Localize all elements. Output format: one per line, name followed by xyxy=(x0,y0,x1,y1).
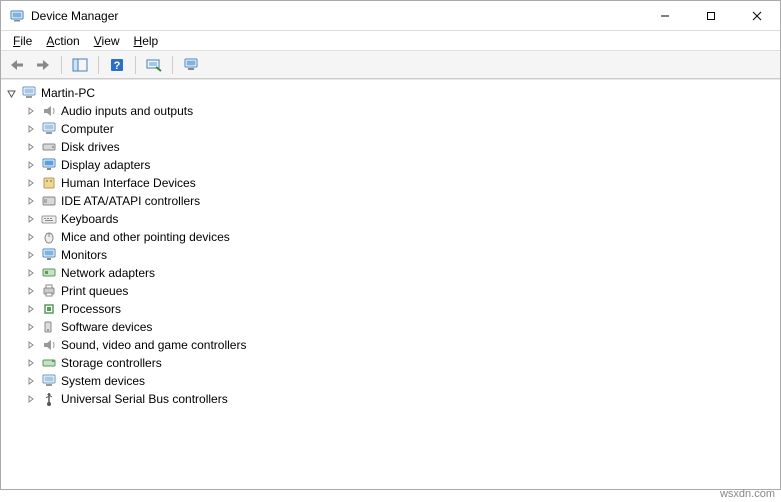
show-hide-tree-button[interactable] xyxy=(68,54,92,76)
minimize-button[interactable] xyxy=(642,1,688,30)
close-button[interactable] xyxy=(734,1,780,30)
tree-root-label: Martin-PC xyxy=(41,86,95,100)
tree-item[interactable]: Audio inputs and outputs xyxy=(25,102,776,120)
expand-icon[interactable] xyxy=(25,159,37,171)
tree-item[interactable]: Display adapters xyxy=(25,156,776,174)
tree-item-label: Human Interface Devices xyxy=(61,176,196,190)
mouse-icon xyxy=(41,229,57,245)
hid-icon xyxy=(41,175,57,191)
tree-item[interactable]: Keyboards xyxy=(25,210,776,228)
help-button[interactable]: ? xyxy=(105,54,129,76)
tree-root-node[interactable]: Martin-PC xyxy=(5,84,776,102)
tree-item-label: Print queues xyxy=(61,284,128,298)
tree-item-label: Mice and other pointing devices xyxy=(61,230,230,244)
expand-icon[interactable] xyxy=(25,123,37,135)
keyboard-icon xyxy=(41,211,57,227)
tree-item[interactable]: Monitors xyxy=(25,246,776,264)
expand-icon[interactable] xyxy=(25,285,37,297)
menu-view[interactable]: View xyxy=(88,33,126,49)
forward-button[interactable] xyxy=(31,54,55,76)
tree-item[interactable]: Network adapters xyxy=(25,264,776,282)
expand-icon[interactable] xyxy=(25,177,37,189)
expand-icon[interactable] xyxy=(25,213,37,225)
ide-icon xyxy=(41,193,57,209)
scan-hardware-button[interactable] xyxy=(142,54,166,76)
tree-item[interactable]: Print queues xyxy=(25,282,776,300)
tree-item-label: IDE ATA/ATAPI controllers xyxy=(61,194,200,208)
toolbar-separator xyxy=(172,56,173,74)
device-tree[interactable]: Martin-PC Audio inputs and outputs Comput… xyxy=(1,79,780,489)
window-controls xyxy=(642,1,780,30)
titlebar: Device Manager xyxy=(1,1,780,31)
printer-icon xyxy=(41,283,57,299)
app-icon xyxy=(9,8,25,24)
tree-item[interactable]: Software devices xyxy=(25,318,776,336)
back-button[interactable] xyxy=(5,54,29,76)
menu-file[interactable]: File xyxy=(7,33,38,49)
tree-item[interactable]: Computer xyxy=(25,120,776,138)
monitor-icon xyxy=(41,247,57,263)
tree-item[interactable]: Processors xyxy=(25,300,776,318)
system-icon xyxy=(41,373,57,389)
tree-item[interactable]: System devices xyxy=(25,372,776,390)
expand-icon[interactable] xyxy=(25,357,37,369)
titlebar-title: Device Manager xyxy=(31,9,642,23)
collapse-icon[interactable] xyxy=(5,87,17,99)
tree-item[interactable]: Universal Serial Bus controllers xyxy=(25,390,776,408)
processor-icon xyxy=(41,301,57,317)
expand-icon[interactable] xyxy=(25,303,37,315)
tree-item-label: Computer xyxy=(61,122,114,136)
toolbar-separator xyxy=(135,56,136,74)
expand-icon[interactable] xyxy=(25,321,37,333)
expand-icon[interactable] xyxy=(25,231,37,243)
tree-item-label: Keyboards xyxy=(61,212,118,226)
expand-icon[interactable] xyxy=(25,267,37,279)
tree-item[interactable]: Human Interface Devices xyxy=(25,174,776,192)
tree-item-label: Monitors xyxy=(61,248,107,262)
tree-item-label: Disk drives xyxy=(61,140,120,154)
computer-icon xyxy=(41,121,57,137)
device-manager-window: Device Manager File Action View Help xyxy=(0,0,781,490)
expand-icon[interactable] xyxy=(25,339,37,351)
expand-icon[interactable] xyxy=(25,141,37,153)
tree-item-label: Sound, video and game controllers xyxy=(61,338,246,352)
toolbar: ? xyxy=(1,51,780,79)
tree-item[interactable]: Sound, video and game controllers xyxy=(25,336,776,354)
network-icon xyxy=(41,265,57,281)
expand-icon[interactable] xyxy=(25,195,37,207)
menubar: File Action View Help xyxy=(1,31,780,51)
tree-item-label: Storage controllers xyxy=(61,356,162,370)
computer-icon xyxy=(21,85,37,101)
usb-icon xyxy=(41,391,57,407)
tree-item-label: Network adapters xyxy=(61,266,155,280)
expand-icon[interactable] xyxy=(25,393,37,405)
display-icon xyxy=(41,157,57,173)
svg-text:?: ? xyxy=(114,60,121,72)
toolbar-separator xyxy=(98,56,99,74)
disk-icon xyxy=(41,139,57,155)
tree-item[interactable]: IDE ATA/ATAPI controllers xyxy=(25,192,776,210)
watermark: wsxdn.com xyxy=(720,488,775,500)
menu-help[interactable]: Help xyxy=(128,33,165,49)
software-icon xyxy=(41,319,57,335)
maximize-button[interactable] xyxy=(688,1,734,30)
monitor-button[interactable] xyxy=(179,54,203,76)
tree-item-label: Universal Serial Bus controllers xyxy=(61,392,228,406)
tree-item[interactable]: Storage controllers xyxy=(25,354,776,372)
sound-icon xyxy=(41,337,57,353)
expand-icon[interactable] xyxy=(25,105,37,117)
tree-item[interactable]: Disk drives xyxy=(25,138,776,156)
expand-icon[interactable] xyxy=(25,249,37,261)
expand-icon[interactable] xyxy=(25,375,37,387)
tree-item-label: System devices xyxy=(61,374,145,388)
toolbar-separator xyxy=(61,56,62,74)
tree-item-label: Display adapters xyxy=(61,158,150,172)
tree-item-label: Software devices xyxy=(61,320,152,334)
tree-item-label: Audio inputs and outputs xyxy=(61,104,193,118)
storage-icon xyxy=(41,355,57,371)
menu-action[interactable]: Action xyxy=(40,33,85,49)
tree-item-label: Processors xyxy=(61,302,121,316)
audio-icon xyxy=(41,103,57,119)
tree-item[interactable]: Mice and other pointing devices xyxy=(25,228,776,246)
